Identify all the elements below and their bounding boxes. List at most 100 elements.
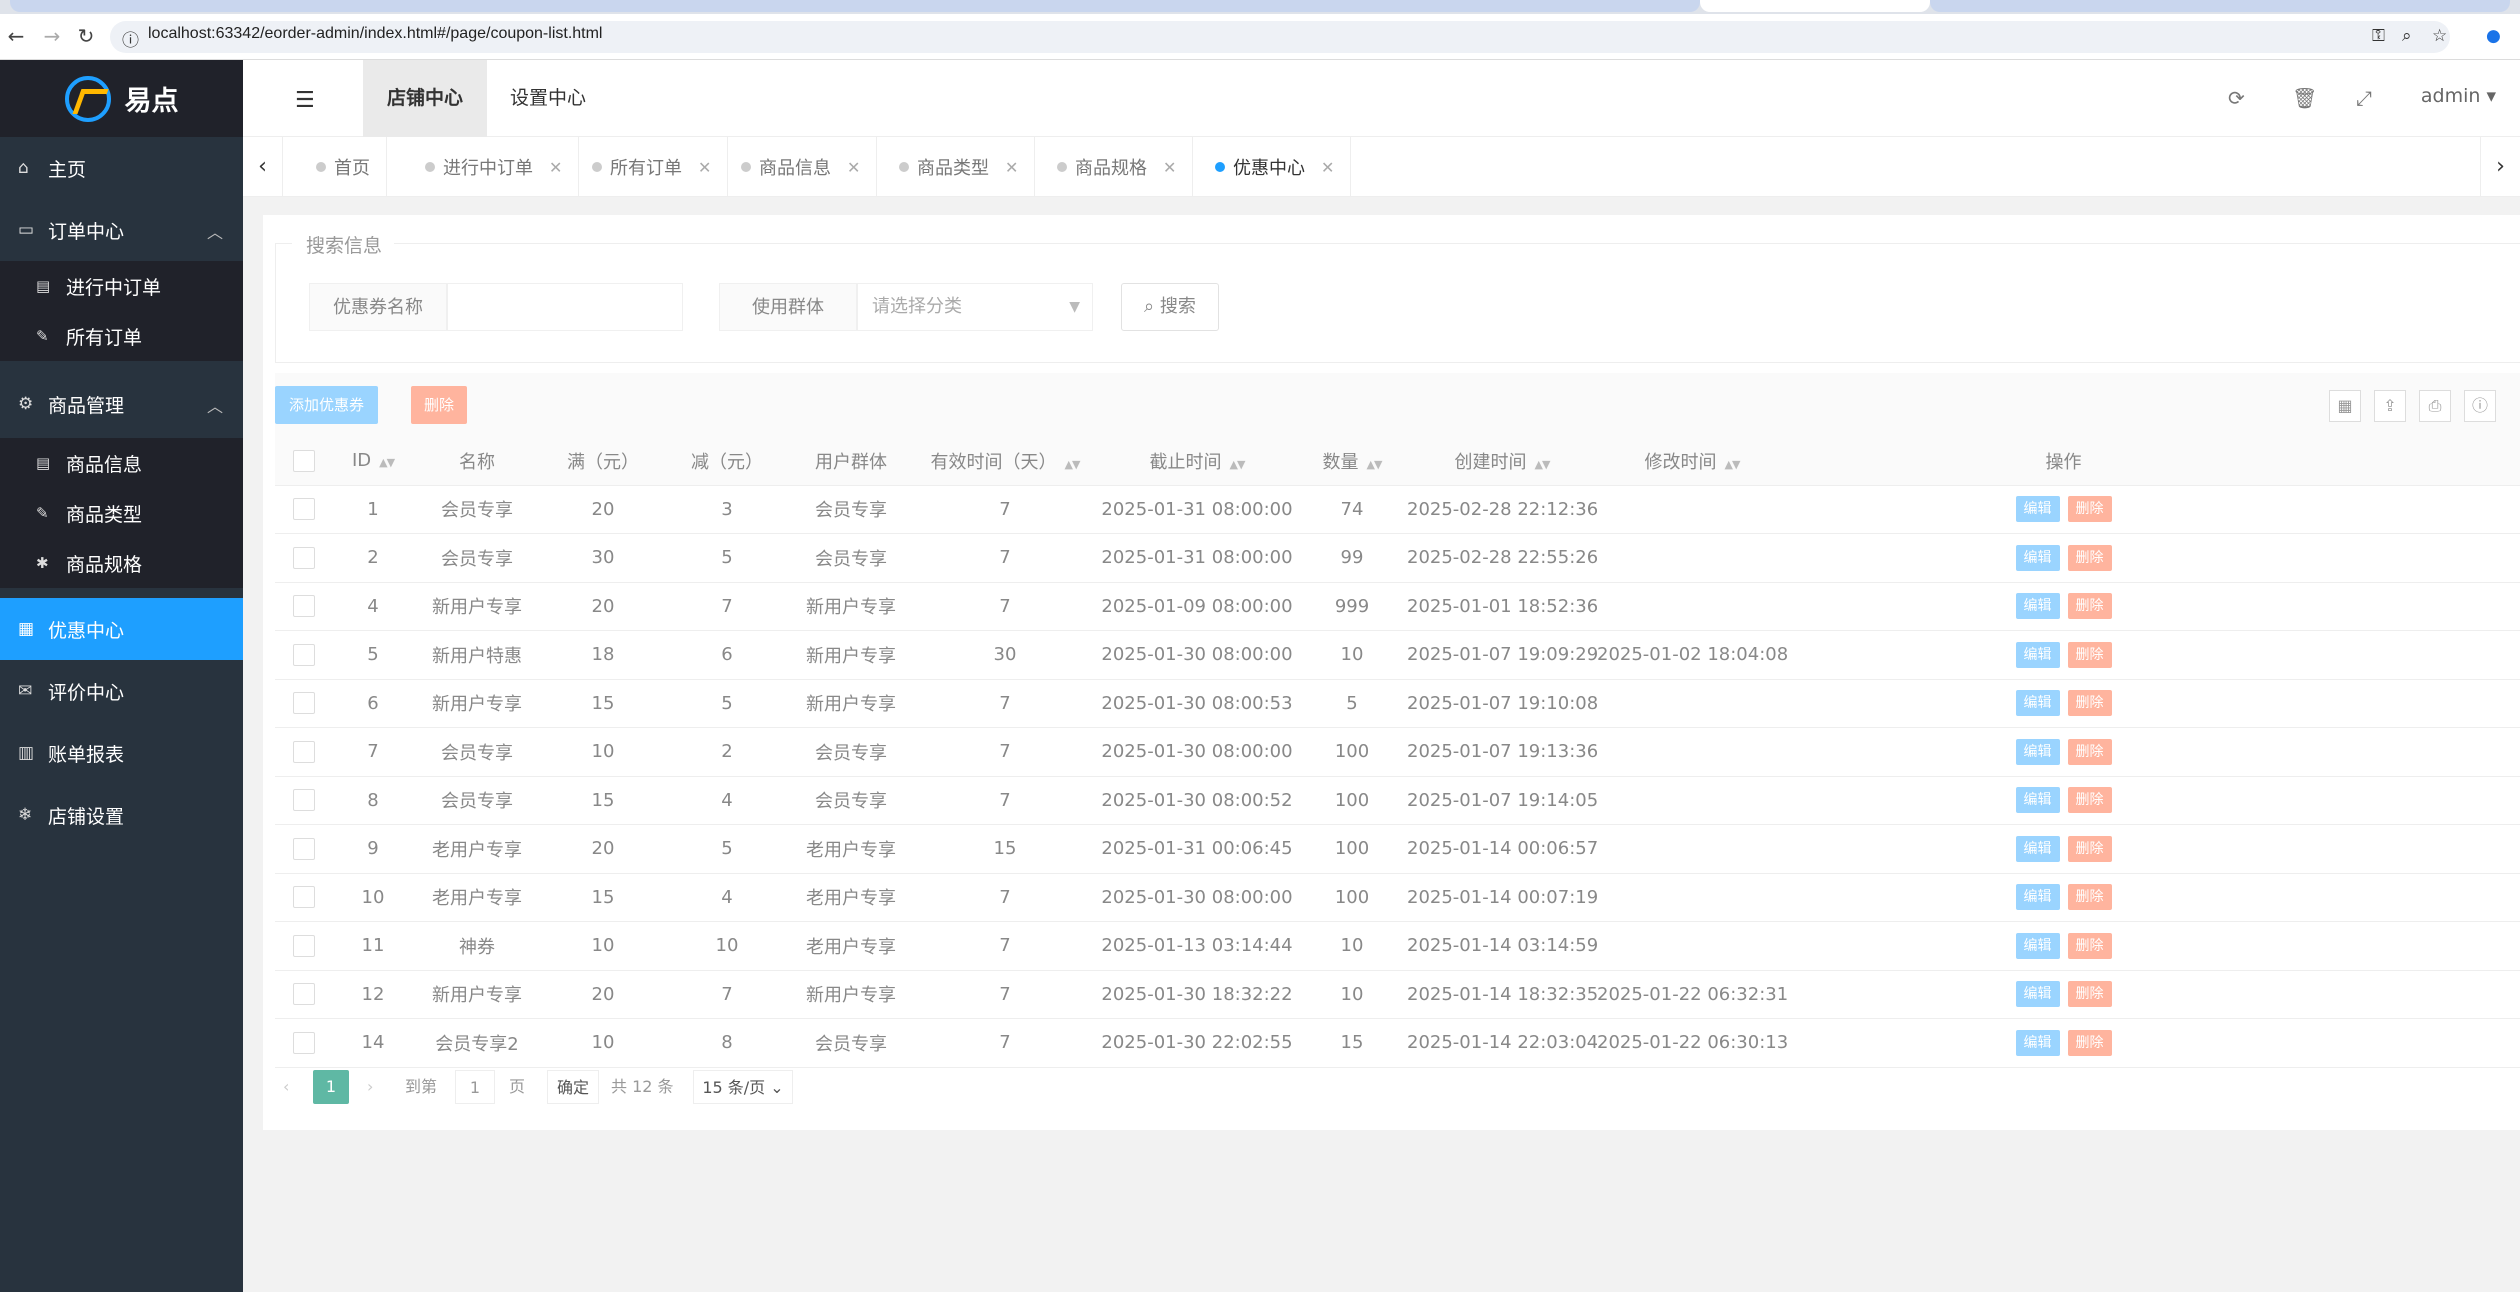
next-page-icon[interactable]: › [367, 1070, 373, 1104]
trash-icon[interactable]: 🗑 [2292, 86, 2317, 110]
sidebar-subitem-product-type[interactable]: ✎ 商品类型 [0, 488, 243, 538]
table-row[interactable]: 9 老用户专享 20 5 老用户专享 15 2025-01-31 00:06:45 100 20… [275, 824, 2520, 874]
edit-button[interactable]: 编辑 [2015, 884, 2060, 911]
close-icon[interactable]: ✕ [549, 158, 562, 177]
reload-icon[interactable]: ↻ [74, 24, 98, 48]
edit-button[interactable]: 编辑 [2015, 1029, 2060, 1056]
sidebar-subitem-all-orders[interactable]: ✎ 所有订单 [0, 311, 243, 361]
edit-button[interactable]: 编辑 [2015, 593, 2060, 620]
sidebar-item-home[interactable]: ⌂ 主页 [0, 137, 243, 199]
print-icon[interactable]: ⎙ [2419, 390, 2451, 422]
close-icon[interactable]: ✕ [1005, 158, 1018, 177]
edit-button[interactable]: 编辑 [2015, 787, 2060, 814]
column-header-valid-days[interactable]: 有效时间（天） ▲▼ [913, 437, 1097, 486]
site-info-icon[interactable]: ⓘ [122, 26, 139, 51]
table-row[interactable]: 1 会员专享 20 3 会员专享 7 2025-01-31 08:00:00 74 2025-0… [275, 485, 2520, 534]
user-menu[interactable]: admin ▾ [2421, 85, 2496, 107]
current-page[interactable]: 1 [313, 1070, 349, 1104]
bookmark-star-icon[interactable]: ☆ [2432, 26, 2447, 46]
delete-button[interactable]: 删除 [2067, 544, 2112, 571]
sidebar-subitem-orders-in-progress[interactable]: ▤ 进行中订单 [0, 261, 243, 311]
delete-button[interactable]: 删除 [2067, 593, 2112, 620]
search-button[interactable]: ⌕ 搜索 [1121, 283, 1219, 331]
delete-button[interactable]: 删除 [2067, 835, 2112, 862]
delete-button[interactable]: 删除 [2067, 787, 2112, 814]
table-row[interactable]: 5 新用户特惠 18 6 新用户专享 30 2025-01-30 08:00:00 10 202… [275, 630, 2520, 680]
zoom-icon[interactable]: ⌕ [2402, 26, 2412, 46]
row-checkbox[interactable] [293, 983, 315, 1006]
delete-button[interactable]: 删除 [2067, 496, 2112, 523]
column-header-modified[interactable]: 修改时间 ▲▼ [1597, 437, 1787, 486]
delete-button[interactable]: 删除 [2067, 884, 2112, 911]
edit-button[interactable]: 编辑 [2015, 738, 2060, 765]
edit-button[interactable]: 编辑 [2015, 835, 2060, 862]
edit-button[interactable]: 编辑 [2015, 641, 2060, 668]
delete-button[interactable]: 删除 [2067, 690, 2112, 717]
edit-button[interactable]: 编辑 [2015, 544, 2060, 571]
page-tab-all-orders[interactable]: 所有订单 ✕ [576, 137, 729, 197]
column-header-deadline[interactable]: 截止时间 ▲▼ [1097, 437, 1297, 486]
row-checkbox[interactable] [293, 595, 315, 618]
goto-page-input[interactable]: 1 [455, 1070, 495, 1104]
sort-icon[interactable]: ▲▼ [379, 456, 395, 469]
edit-button[interactable]: 编辑 [2015, 932, 2060, 959]
group-select[interactable]: 请选择分类 ▼ [857, 283, 1093, 331]
page-tab-coupon-center[interactable]: 优惠中心 ✕ [1199, 137, 1352, 197]
delete-button[interactable]: 删除 [2067, 1029, 2112, 1056]
browser-tab[interactable] [10, 0, 1700, 12]
table-row[interactable]: 10 老用户专享 15 4 老用户专享 7 2025-01-30 08:00:00 100 20… [275, 873, 2520, 922]
row-checkbox[interactable] [293, 546, 315, 569]
sidebar-item-bill-report[interactable]: ▥ 账单报表 [0, 722, 243, 784]
browser-tab-active[interactable] [1700, 0, 1930, 12]
prev-page-icon[interactable]: ‹ [283, 1070, 289, 1104]
row-checkbox[interactable] [293, 1031, 315, 1054]
info-icon[interactable]: ⓘ [2464, 390, 2496, 422]
goto-confirm-button[interactable]: 确定 [547, 1070, 599, 1104]
page-tab-orders-in-progress[interactable]: 进行中订单 ✕ [409, 137, 580, 197]
sort-icon[interactable]: ▲▼ [1230, 458, 1246, 471]
close-icon[interactable]: ✕ [1163, 158, 1176, 177]
page-tab-product-type[interactable]: 商品类型 ✕ [883, 137, 1036, 197]
table-row[interactable]: 2 会员专享 30 5 会员专享 7 2025-01-31 08:00:00 99 2025-0… [275, 533, 2520, 583]
table-row[interactable]: 7 会员专享 10 2 会员专享 7 2025-01-30 08:00:00 100 2025-… [275, 727, 2520, 777]
delete-button[interactable]: 删除 [2067, 641, 2112, 668]
sidebar-subitem-product-spec[interactable]: ✱ 商品规格 [0, 538, 243, 588]
close-icon[interactable]: ✕ [1321, 158, 1334, 177]
close-icon[interactable]: ✕ [847, 158, 860, 177]
forward-icon[interactable]: → [40, 24, 64, 48]
table-row[interactable]: 12 新用户专享 20 7 新用户专享 7 2025-01-30 18:32:22 10 202… [275, 970, 2520, 1019]
browser-tab[interactable] [1930, 0, 2510, 12]
sidebar-item-review-center[interactable]: ✉ 评价中心 [0, 660, 243, 722]
sidebar-subitem-product-info[interactable]: ▤ 商品信息 [0, 438, 243, 488]
select-all-checkbox[interactable] [293, 449, 315, 472]
page-tab-home[interactable]: 首页 [300, 137, 387, 197]
row-checkbox[interactable] [293, 643, 315, 666]
page-tab-product-info[interactable]: 商品信息 ✕ [725, 137, 878, 197]
header-tab-store[interactable]: 店铺中心 [363, 60, 488, 137]
edit-button[interactable]: 编辑 [2015, 981, 2060, 1008]
page-tab-product-spec[interactable]: 商品规格 ✕ [1041, 137, 1194, 197]
batch-delete-button[interactable]: 删除 [411, 386, 468, 424]
sort-icon[interactable]: ▲▼ [1535, 458, 1551, 471]
row-checkbox[interactable] [293, 886, 315, 909]
column-header-quantity[interactable]: 数量 ▲▼ [1297, 437, 1407, 486]
table-row[interactable]: 14 会员专享2 10 8 会员专享 7 2025-01-30 22:02:55 15 2025… [275, 1018, 2520, 1068]
sidebar-item-order-center[interactable]: ▭ 订单中心 ︿ [0, 199, 243, 261]
tabs-scroll-left-icon[interactable]: ‹ [243, 137, 283, 197]
tabs-scroll-right-icon[interactable]: › [2480, 137, 2520, 197]
sidebar-item-store-settings[interactable]: ❄ 店铺设置 [0, 784, 243, 846]
header-tab-settings[interactable]: 设置中心 [486, 60, 610, 137]
sidebar-item-product-mgmt[interactable]: ⚙ 商品管理 ︿ [0, 373, 243, 435]
export-icon[interactable]: ⇪ [2374, 390, 2406, 422]
row-checkbox[interactable] [293, 498, 315, 521]
back-icon[interactable]: ← [4, 24, 28, 48]
edit-button[interactable]: 编辑 [2015, 690, 2060, 717]
sidebar-item-coupon-center[interactable]: ▦ 优惠中心 [0, 598, 243, 660]
menu-toggle-icon[interactable]: ☰ [295, 88, 315, 113]
refresh-icon[interactable]: ⟳ [2228, 86, 2245, 110]
row-checkbox[interactable] [293, 692, 315, 715]
key-icon[interactable]: ⚿ [2372, 26, 2385, 46]
page-size-select[interactable]: 15 条/页 ⌄ [693, 1070, 793, 1104]
table-row[interactable]: 4 新用户专享 20 7 新用户专享 7 2025-01-09 08:00:00 999 202… [275, 582, 2520, 631]
profile-icon[interactable]: ● [2486, 26, 2501, 46]
